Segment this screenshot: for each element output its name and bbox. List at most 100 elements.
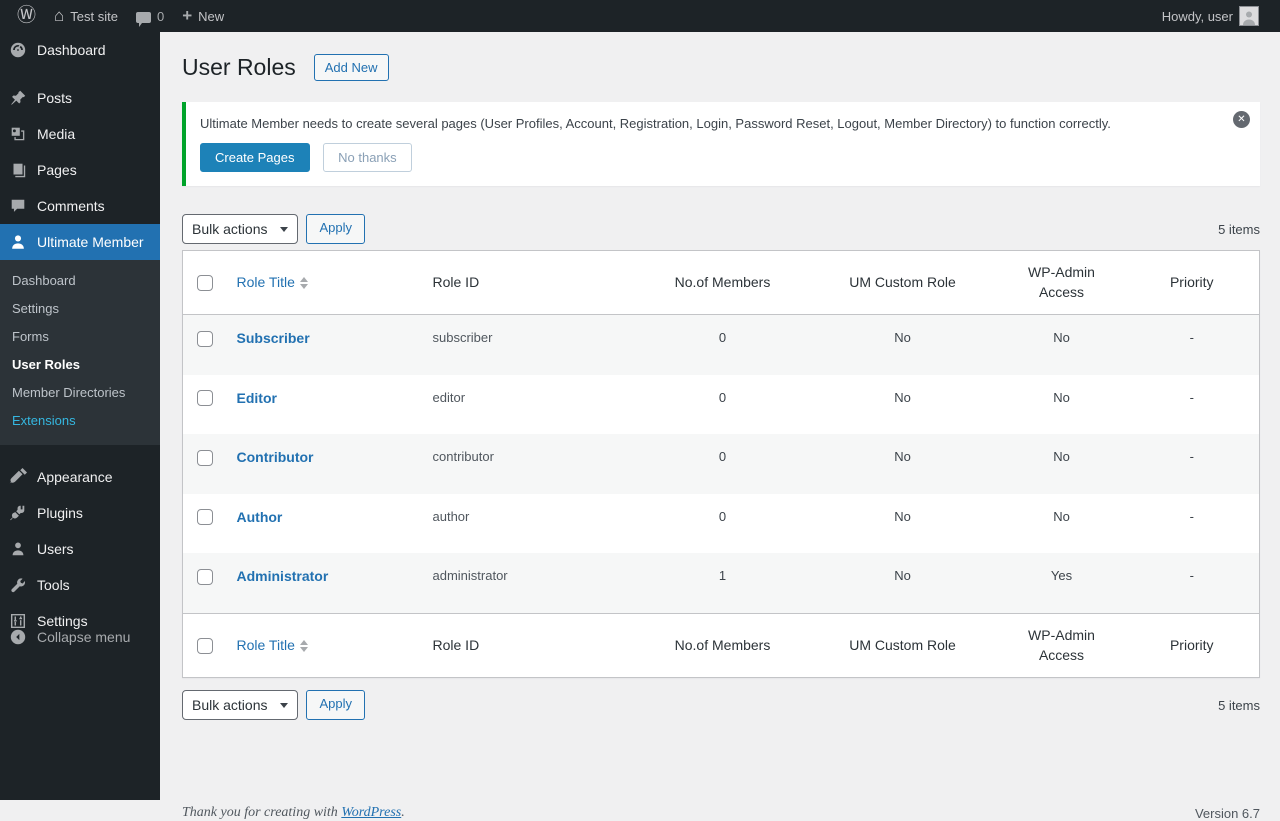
site-name-link[interactable]: ⌂ Test site (45, 0, 127, 32)
submenu-item-user-roles[interactable]: User Roles (0, 351, 160, 379)
members-cell: 0 (639, 375, 807, 435)
footer-version: Version 6.7 (1195, 806, 1260, 821)
submenu-item-extensions[interactable]: Extensions (0, 407, 160, 435)
tablenav-top: Bulk actions Apply 5 items (182, 214, 1260, 244)
members-cell: 1 (639, 553, 807, 613)
wordpress-logo-icon[interactable]: Ⓦ (8, 0, 45, 32)
bulk-actions-select[interactable]: Bulk actions (182, 690, 298, 720)
role-title-link[interactable]: Contributor (237, 449, 314, 465)
wordpress-link[interactable]: WordPress (341, 805, 401, 820)
table-row: Subscriber subscriber 0 No No - (183, 315, 1260, 375)
submenu-item-settings[interactable]: Settings (0, 295, 160, 323)
priority-cell: - (1125, 375, 1260, 435)
sort-role-title-link[interactable]: Role Title (237, 273, 308, 293)
table-row: Author author 0 No No - (183, 494, 1260, 554)
role-title-link[interactable]: Administrator (237, 568, 329, 584)
um-pages-notice: Ultimate Member needs to create several … (182, 102, 1260, 186)
home-icon: ⌂ (54, 1, 64, 31)
sidebar-item-label: Posts (37, 89, 72, 107)
footer-thanks: Thank you for creating with WordPress. (182, 805, 405, 821)
row-checkbox[interactable] (197, 450, 213, 466)
dismiss-notice-button[interactable]: ✕ (1233, 111, 1250, 128)
bulk-actions-select[interactable]: Bulk actions (182, 214, 298, 244)
row-checkbox[interactable] (197, 331, 213, 347)
wp-admin-access-cell: No (999, 375, 1125, 435)
sidebar-item-ultimate-member[interactable]: Ultimate Member (0, 224, 160, 260)
table-header: Role Title Role ID No.of Members UM Cust… (183, 251, 1260, 315)
sidebar-item-dashboard[interactable]: Dashboard (0, 32, 160, 68)
collapse-menu-button[interactable]: Collapse menu (0, 619, 160, 655)
menu-separator (0, 68, 160, 80)
new-content-link[interactable]: + New (173, 0, 233, 32)
comments-count: 0 (157, 9, 164, 24)
column-header-role-title: Role Title (237, 636, 295, 656)
sidebar-item-label: Collapse menu (37, 628, 130, 646)
sidebar-item-tools[interactable]: Tools (0, 567, 160, 603)
comments-link[interactable]: 0 (127, 0, 173, 32)
new-label: New (198, 9, 224, 24)
page-title: User Roles (182, 53, 296, 82)
no-thanks-button[interactable]: No thanks (323, 143, 412, 172)
pages-icon (8, 160, 28, 180)
apply-button[interactable]: Apply (306, 690, 365, 720)
collapse-arrow-icon (8, 627, 28, 647)
role-title-link[interactable]: Author (237, 509, 283, 525)
role-title-link[interactable]: Editor (237, 390, 277, 406)
role-id-cell: editor (423, 375, 639, 435)
column-header-priority: Priority (1125, 251, 1260, 315)
sidebar-item-appearance[interactable]: Appearance (0, 459, 160, 495)
sidebar-item-posts[interactable]: Posts (0, 80, 160, 116)
admin-sidebar: Dashboard Posts Media Pages Comments Ult… (0, 32, 160, 800)
submenu-item-dashboard[interactable]: Dashboard (0, 267, 160, 295)
apply-button[interactable]: Apply (306, 214, 365, 244)
user-roles-table: Role Title Role ID No.of Members UM Cust… (182, 250, 1260, 678)
sidebar-item-plugins[interactable]: Plugins (0, 495, 160, 531)
table-row: Contributor contributor 0 No No - (183, 434, 1260, 494)
column-header-role-id: Role ID (423, 251, 639, 315)
sidebar-item-comments[interactable]: Comments (0, 188, 160, 224)
sidebar-item-label: Ultimate Member (37, 233, 144, 251)
close-icon: ✕ (1237, 115, 1245, 125)
items-count: 5 items (1218, 698, 1260, 713)
howdy-text: Howdy, user (1162, 9, 1233, 24)
sidebar-item-users[interactable]: Users (0, 531, 160, 567)
sidebar-item-label: Media (37, 125, 75, 143)
row-checkbox[interactable] (197, 569, 213, 585)
sidebar-item-label: Tools (37, 576, 70, 594)
wp-admin-access-cell: No (999, 434, 1125, 494)
members-cell: 0 (639, 434, 807, 494)
members-cell: 0 (639, 315, 807, 375)
wp-admin-access-cell: Yes (999, 553, 1125, 613)
submenu-item-member-directories[interactable]: Member Directories (0, 379, 160, 407)
dashboard-icon (8, 40, 28, 60)
avatar (1239, 6, 1259, 26)
footer-thanks-period: . (401, 805, 405, 820)
role-id-cell: subscriber (423, 315, 639, 375)
plug-icon (8, 503, 28, 523)
create-pages-button[interactable]: Create Pages (200, 143, 310, 172)
role-title-link[interactable]: Subscriber (237, 330, 310, 346)
sort-role-title-link[interactable]: Role Title (237, 636, 308, 656)
priority-cell: - (1125, 434, 1260, 494)
sidebar-item-pages[interactable]: Pages (0, 152, 160, 188)
add-new-button[interactable]: Add New (314, 54, 389, 81)
row-checkbox[interactable] (197, 390, 213, 406)
column-header-custom-role: UM Custom Role (807, 614, 999, 678)
column-header-role-id: Role ID (423, 614, 639, 678)
wp-admin-access-cell: No (999, 315, 1125, 375)
select-all-checkbox[interactable] (197, 275, 213, 291)
sort-arrows-icon (300, 277, 308, 289)
sidebar-item-label: Users (37, 540, 74, 558)
sidebar-item-label: Comments (37, 197, 105, 215)
sidebar-item-media[interactable]: Media (0, 116, 160, 152)
custom-role-cell: No (807, 375, 999, 435)
row-checkbox[interactable] (197, 509, 213, 525)
select-all-checkbox[interactable] (197, 638, 213, 654)
custom-role-cell: No (807, 434, 999, 494)
table-row: Editor editor 0 No No - (183, 375, 1260, 435)
users-icon (8, 539, 28, 559)
plus-icon: + (182, 6, 192, 26)
submenu-item-forms[interactable]: Forms (0, 323, 160, 351)
my-account-link[interactable]: Howdy, user (1153, 0, 1268, 32)
column-header-priority: Priority (1125, 614, 1260, 678)
